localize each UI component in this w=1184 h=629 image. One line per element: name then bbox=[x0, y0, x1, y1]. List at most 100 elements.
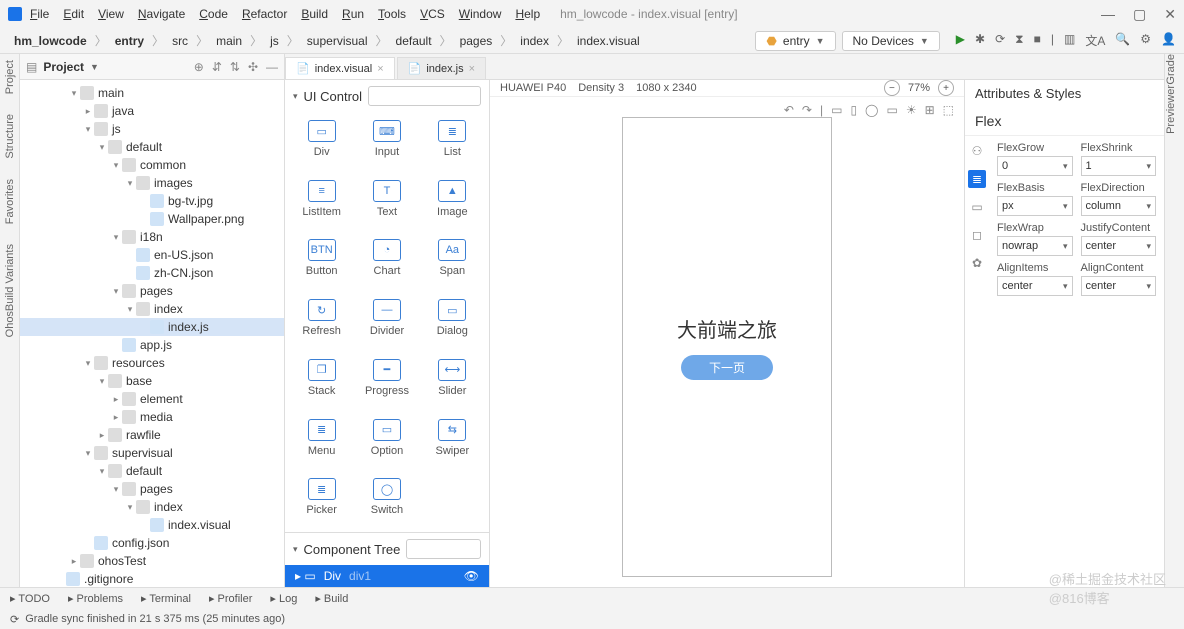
tree-folder[interactable]: ▾index bbox=[20, 498, 284, 516]
tree-file[interactable]: .gitignore bbox=[20, 570, 284, 587]
palette-progress[interactable]: ━Progress bbox=[354, 355, 419, 409]
maximize-icon[interactable]: ▢ bbox=[1133, 6, 1146, 23]
run-icon[interactable]: ▶ bbox=[956, 32, 965, 49]
visibility-icon[interactable]: 👁 bbox=[464, 569, 479, 583]
project-structure-icon[interactable]: ▥ bbox=[1064, 32, 1075, 49]
device-icon[interactable]: ▭ bbox=[831, 103, 842, 117]
tool-profiler[interactable]: ▸ Profiler bbox=[209, 592, 252, 605]
tree-file[interactable]: zh-CN.json bbox=[20, 264, 284, 282]
tree-folder[interactable]: ▾default bbox=[20, 138, 284, 156]
side-tab-favorites[interactable]: Favorites bbox=[4, 179, 16, 224]
palette-picker[interactable]: ≣Picker bbox=[289, 474, 354, 528]
tree-file[interactable]: Wallpaper.png bbox=[20, 210, 284, 228]
menu-refactor[interactable]: Refactor bbox=[242, 7, 287, 21]
editor-tab[interactable]: 📄index.visual× bbox=[285, 57, 395, 79]
tree-folder[interactable]: ▾base bbox=[20, 372, 284, 390]
translate-icon[interactable]: 文A bbox=[1085, 32, 1105, 49]
menu-view[interactable]: View bbox=[98, 7, 124, 21]
palette-listitem[interactable]: ≡ListItem bbox=[289, 176, 354, 230]
breadcrumb-item[interactable]: pages bbox=[454, 32, 499, 50]
breadcrumb-item[interactable]: main bbox=[210, 32, 248, 50]
side-tab-structure[interactable]: Structure bbox=[4, 114, 16, 159]
palette-stack[interactable]: ❐Stack bbox=[289, 355, 354, 409]
palette-swiper[interactable]: ⇆Swiper bbox=[420, 415, 485, 469]
attr-input-flexgrow[interactable]: 0▾ bbox=[997, 156, 1073, 176]
palette-refresh[interactable]: ↻Refresh bbox=[289, 295, 354, 349]
breadcrumb-item[interactable]: index bbox=[514, 32, 555, 50]
tree-file[interactable]: index.js bbox=[20, 318, 284, 336]
attr-input-flexwrap[interactable]: nowrap▾ bbox=[997, 236, 1073, 256]
menu-edit[interactable]: Edit bbox=[63, 7, 84, 21]
tree-file[interactable]: app.js bbox=[20, 336, 284, 354]
device-selector[interactable]: No Devices ▼ bbox=[842, 31, 940, 51]
attr-input-flexbasis[interactable]: px▾ bbox=[997, 196, 1073, 216]
breadcrumb-item[interactable]: supervisual bbox=[301, 32, 374, 50]
palette-list[interactable]: ≣List bbox=[420, 116, 485, 170]
palette-input[interactable]: ⌨Input bbox=[354, 116, 419, 170]
tree-folder[interactable]: ▾pages bbox=[20, 282, 284, 300]
menu-tools[interactable]: Tools bbox=[378, 7, 406, 21]
attr-input-flexdirection[interactable]: column▾ bbox=[1081, 196, 1157, 216]
attr-tab-flex[interactable]: ≣ bbox=[968, 170, 986, 188]
menu-build[interactable]: Build bbox=[301, 7, 328, 21]
breadcrumb-item[interactable]: js bbox=[264, 32, 285, 50]
coverage-icon[interactable]: ⟳ bbox=[995, 32, 1005, 49]
tree-folder[interactable]: ▸ohosTest bbox=[20, 552, 284, 570]
hide-icon[interactable]: — bbox=[266, 60, 278, 74]
breadcrumb-item[interactable]: src bbox=[166, 32, 194, 50]
tree-folder[interactable]: ▾i18n bbox=[20, 228, 284, 246]
cube-icon[interactable]: ⬚ bbox=[943, 103, 954, 117]
module-selector[interactable]: ⬣ entry ▼ bbox=[755, 31, 835, 51]
menu-vcs[interactable]: VCS bbox=[420, 7, 445, 21]
phone-preview[interactable]: 大前端之旅 下一页 bbox=[622, 117, 832, 577]
undo-icon[interactable]: ↶ bbox=[784, 103, 794, 117]
palette-span[interactable]: AaSpan bbox=[420, 235, 485, 289]
tree-folder[interactable]: ▾common bbox=[20, 156, 284, 174]
project-tree[interactable]: ▾main▸java▾js▾default▾common▾imagesbg-tv… bbox=[20, 80, 284, 587]
tablet-icon[interactable]: ▯ bbox=[850, 103, 857, 117]
tree-folder[interactable]: ▾images bbox=[20, 174, 284, 192]
tree-folder[interactable]: ▸java bbox=[20, 102, 284, 120]
tv-icon[interactable]: ▭ bbox=[886, 103, 897, 117]
redo-icon[interactable]: ↷ bbox=[802, 103, 812, 117]
attr-tab-box[interactable]: ◻ bbox=[968, 226, 986, 244]
menu-help[interactable]: Help bbox=[515, 7, 540, 21]
watch-icon[interactable]: ◯ bbox=[865, 103, 878, 117]
tree-file[interactable]: bg-tv.jpg bbox=[20, 192, 284, 210]
breadcrumb-item[interactable]: hm_lowcode bbox=[8, 32, 93, 50]
palette-menu[interactable]: ≣Menu bbox=[289, 415, 354, 469]
tree-file[interactable]: en-US.json bbox=[20, 246, 284, 264]
palette-search-input[interactable] bbox=[368, 86, 481, 106]
menu-window[interactable]: Window bbox=[459, 7, 502, 21]
tree-file[interactable]: config.json bbox=[20, 534, 284, 552]
palette-slider[interactable]: ⟷Slider bbox=[420, 355, 485, 409]
tree-folder[interactable]: ▾resources bbox=[20, 354, 284, 372]
avatar-icon[interactable]: 👤 bbox=[1161, 32, 1176, 49]
attr-input-justifycontent[interactable]: center▾ bbox=[1081, 236, 1157, 256]
tree-folder[interactable]: ▾supervisual bbox=[20, 444, 284, 462]
side-tab-project[interactable]: Project bbox=[4, 60, 16, 94]
search-icon[interactable]: 🔍 bbox=[1115, 32, 1130, 49]
tree-search-input[interactable] bbox=[406, 539, 481, 559]
editor-tab[interactable]: 📄index.js× bbox=[397, 57, 486, 79]
attr-tab-general[interactable]: ⚇ bbox=[968, 142, 986, 160]
menu-code[interactable]: Code bbox=[199, 7, 228, 21]
side-tab-previewer[interactable]: Previewer bbox=[1165, 85, 1177, 134]
attr-input-alignitems[interactable]: center▾ bbox=[997, 276, 1073, 296]
tool-build[interactable]: ▸ Build bbox=[315, 592, 348, 605]
tree-folder[interactable]: ▾js bbox=[20, 120, 284, 138]
palette-switch[interactable]: ◯Switch bbox=[354, 474, 419, 528]
debug-icon[interactable]: ✱ bbox=[975, 32, 985, 49]
palette-chart[interactable]: ◔Chart bbox=[354, 235, 419, 289]
zoom-out-button[interactable]: − bbox=[884, 80, 900, 96]
palette-divider[interactable]: —Divider bbox=[354, 295, 419, 349]
palette-button[interactable]: BTNButton bbox=[289, 235, 354, 289]
zoom-in-button[interactable]: + bbox=[938, 80, 954, 96]
palette-option[interactable]: ▭Option bbox=[354, 415, 419, 469]
menu-run[interactable]: Run bbox=[342, 7, 364, 21]
tool-todo[interactable]: ▸ TODO bbox=[10, 592, 50, 605]
preview-button[interactable]: 下一页 bbox=[681, 355, 773, 380]
side-tab-ohosbuild-variants[interactable]: OhosBuild Variants bbox=[4, 244, 16, 337]
target-icon[interactable]: ⊕ bbox=[194, 60, 204, 74]
tree-file[interactable]: index.visual bbox=[20, 516, 284, 534]
